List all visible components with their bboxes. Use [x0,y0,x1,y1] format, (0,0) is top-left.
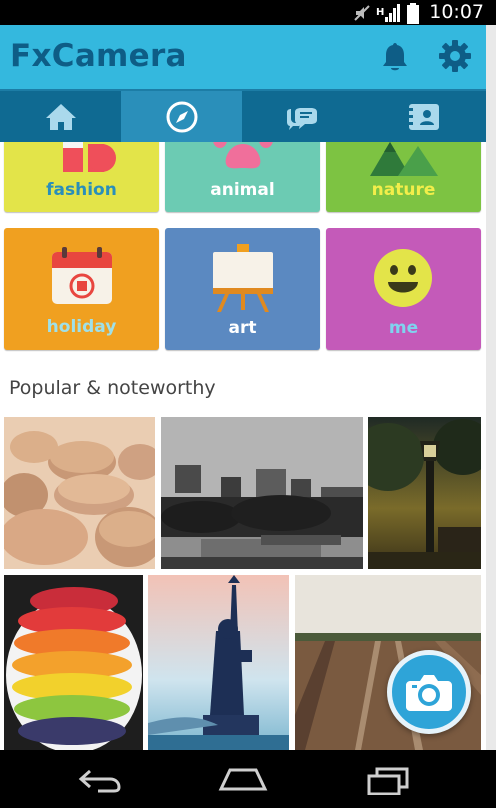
recent-apps-icon[interactable] [365,767,409,795]
svg-text:H: H [376,7,384,18]
category-fashion[interactable]: fashion [4,142,159,212]
photo-street-lamp[interactable] [368,417,481,569]
photo-fruit-platter[interactable] [4,575,143,750]
app-title: FxCamera [10,38,187,74]
tab-explore[interactable] [121,91,242,142]
calendar-icon [52,247,112,304]
easel-icon [213,244,273,312]
tab-bar [0,89,486,142]
status-time: 10:07 [429,1,484,23]
photo-statue-of-liberty[interactable] [148,575,289,750]
photo-city-skyline[interactable] [161,417,363,569]
compass-icon [166,101,197,132]
smiley-icon [374,249,432,307]
signal-icon: H [376,4,400,22]
category-holiday[interactable]: holiday [4,228,159,350]
home-nav-icon[interactable] [218,767,268,793]
scrollbar[interactable] [486,25,496,750]
fashion-icon [63,142,116,172]
camera-fab[interactable] [387,650,471,734]
photo-macarons[interactable] [4,417,155,569]
bell-icon[interactable] [380,41,410,73]
section-title: Popular & noteworthy [9,377,216,399]
paw-icon [213,142,273,169]
contact-card-icon [408,103,439,130]
tab-home[interactable] [0,91,121,142]
category-label: animal [210,180,275,200]
tab-chat[interactable] [242,91,363,142]
battery-icon [407,3,419,24]
category-label: holiday [46,317,117,337]
category-label: art [228,318,257,338]
app-bar: FxCamera [0,25,486,89]
back-icon[interactable] [78,767,122,793]
category-nature[interactable]: nature [326,142,481,212]
category-animal[interactable]: animal [165,142,320,212]
category-label: me [388,318,419,338]
category-art[interactable]: art [165,228,320,350]
camera-icon [406,675,452,711]
system-nav-bar [0,750,496,808]
home-icon [45,103,76,130]
tab-contacts[interactable] [363,91,484,142]
category-label: nature [371,180,436,200]
chat-icon [286,107,317,130]
category-me[interactable]: me [326,228,481,350]
mountain-icon [370,142,438,176]
mute-icon [354,5,370,21]
status-bar: H 10:07 [0,0,496,25]
category-label: fashion [46,180,117,200]
gear-icon[interactable] [438,39,472,73]
